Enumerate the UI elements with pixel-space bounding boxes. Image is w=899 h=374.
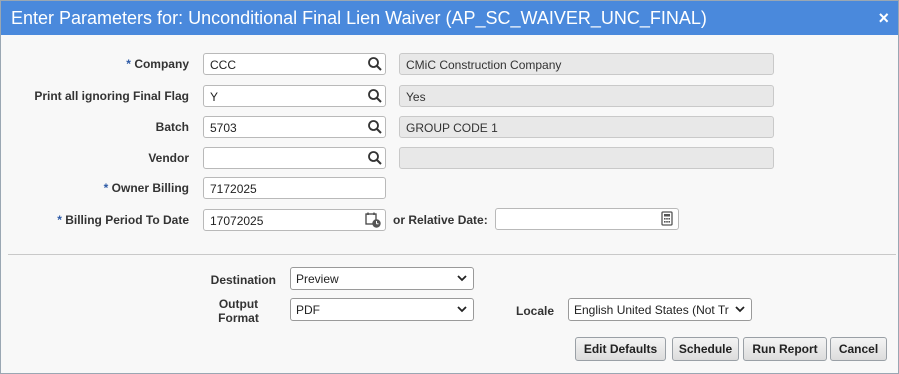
final-flag-input[interactable]: Y	[203, 85, 386, 107]
owner-billing-value: 7172025	[210, 182, 257, 196]
destination-label: Destination	[210, 273, 276, 287]
close-icon[interactable]: ×	[878, 8, 889, 29]
locale-label: Locale	[515, 304, 554, 318]
company-label: * Company	[126, 57, 189, 71]
company-input[interactable]: CCC	[203, 53, 386, 75]
required-marker: *	[126, 57, 131, 71]
billing-period-label: * Billing Period To Date	[57, 213, 189, 227]
owner-billing-input[interactable]: 7172025	[203, 177, 386, 199]
destination-value: Preview	[296, 272, 339, 286]
owner-billing-label: * Owner Billing	[103, 181, 189, 195]
output-format-select[interactable]: PDF	[290, 298, 474, 321]
dialog-title-bar: Enter Parameters for: Unconditional Fina…	[1, 1, 898, 35]
search-icon[interactable]	[366, 55, 384, 73]
cancel-button[interactable]: Cancel	[830, 337, 887, 361]
batch-label: Batch	[155, 120, 189, 134]
relative-date-input[interactable]	[495, 208, 679, 230]
vendor-description	[399, 147, 774, 169]
search-icon[interactable]	[366, 87, 384, 105]
parameters-dialog: Enter Parameters for: Unconditional Fina…	[0, 0, 899, 374]
required-marker: *	[103, 181, 109, 195]
billing-period-value: 17072025	[210, 214, 264, 228]
relative-date-label: or Relative Date:	[393, 213, 488, 227]
section-divider	[8, 254, 896, 255]
chevron-down-icon	[457, 275, 467, 282]
calculator-icon[interactable]	[658, 210, 676, 228]
search-icon[interactable]	[366, 149, 384, 167]
billing-period-input[interactable]: 17072025	[203, 209, 386, 231]
chevron-down-icon	[735, 306, 745, 313]
search-icon[interactable]	[366, 118, 384, 136]
locale-select[interactable]: English United States (Not Tr	[568, 298, 752, 321]
final-flag-label: Print all ignoring Final Flag	[34, 89, 189, 103]
final-flag-value: Y	[210, 90, 219, 104]
batch-input[interactable]: 5703	[203, 116, 386, 138]
run-report-button[interactable]: Run Report	[743, 337, 827, 361]
edit-defaults-button[interactable]: Edit Defaults	[575, 337, 666, 361]
company-description: CMiC Construction Company	[399, 53, 774, 75]
schedule-button[interactable]: Schedule	[672, 337, 739, 361]
output-format-label: Output Format	[218, 297, 259, 325]
final-flag-description: Yes	[399, 85, 774, 107]
vendor-label: Vendor	[148, 151, 189, 165]
company-value: CCC	[210, 58, 236, 72]
batch-description: GROUP CODE 1	[399, 116, 774, 138]
locale-value: English United States (Not Tr	[574, 303, 729, 317]
vendor-input[interactable]	[203, 147, 386, 169]
batch-value: 5703	[210, 121, 237, 135]
required-marker: *	[57, 213, 62, 227]
destination-select[interactable]: Preview	[290, 267, 474, 290]
output-format-value: PDF	[296, 303, 320, 317]
chevron-down-icon	[457, 306, 467, 313]
calendar-clock-icon[interactable]	[364, 211, 382, 229]
dialog-title: Enter Parameters for: Unconditional Fina…	[11, 8, 707, 28]
